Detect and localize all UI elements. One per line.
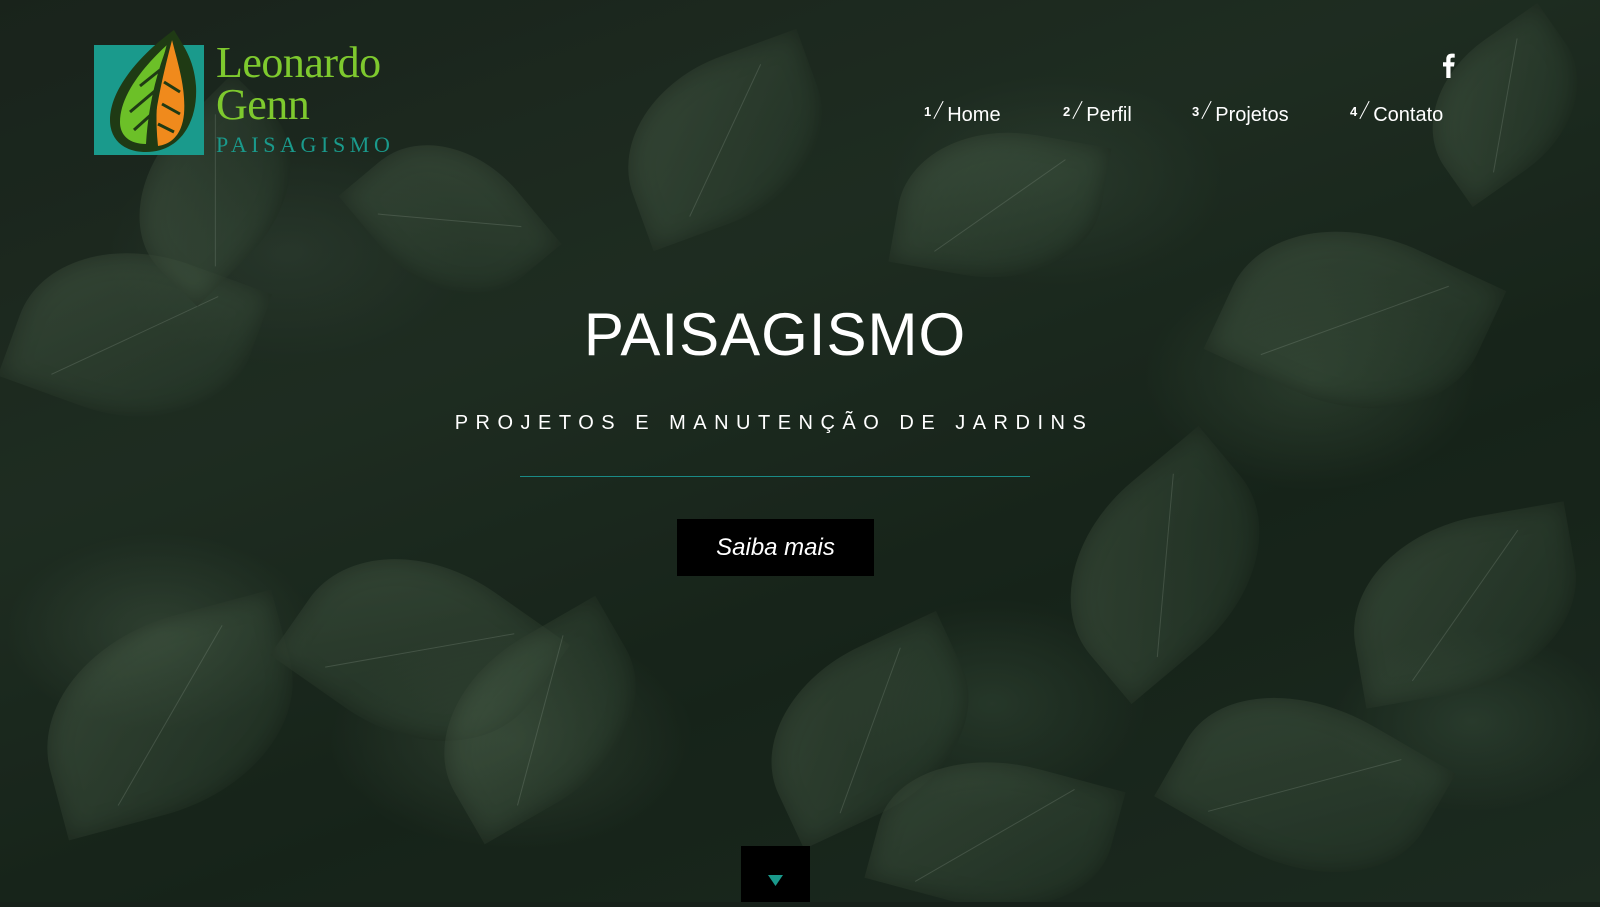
nav-item-home[interactable]: 1 Home [924,100,1001,127]
nav-item-label: Contato [1373,104,1444,126]
logo-name-first: Leonardo [216,38,381,87]
facebook-icon [1443,53,1455,78]
nav-item-projetos[interactable]: 3 Projetos [1192,100,1289,127]
chevron-down-icon [768,875,783,886]
nav-item-number: 3 [1192,104,1200,119]
nav-separator [933,100,944,120]
nav-item-label: Perfil [1086,104,1132,126]
nav-separator [1201,100,1212,120]
nav-separator [1359,100,1370,120]
logo[interactable]: Leonardo Genn PAISAGISMO [94,28,434,158]
facebook-link[interactable] [1438,52,1458,78]
hero-title: PAISAGISMO [583,301,967,368]
logo-tagline: PAISAGISMO [216,132,395,157]
nav-item-number: 2 [1063,104,1071,119]
saiba-mais-button[interactable]: Saiba mais [677,519,874,576]
logo-name-last: Genn [216,80,310,129]
hero-subtitle: PROJETOS E MANUTENÇÃO DE JARDINS [454,412,1094,434]
nav-item-contato[interactable]: 4 Contato [1350,100,1443,127]
nav-item-perfil[interactable]: 2 Perfil [1063,100,1132,127]
leaf-logo-icon [94,30,204,155]
nav-item-label: Home [947,104,1001,126]
logo-text: Leonardo Genn PAISAGISMO [216,38,395,158]
nav-item-number: 1 [924,104,932,119]
hero-divider [520,476,1030,477]
nav-separator [1072,100,1083,120]
nav-item-label: Projetos [1215,104,1289,126]
scroll-down-button[interactable] [741,846,810,902]
nav-item-number: 4 [1350,104,1358,119]
